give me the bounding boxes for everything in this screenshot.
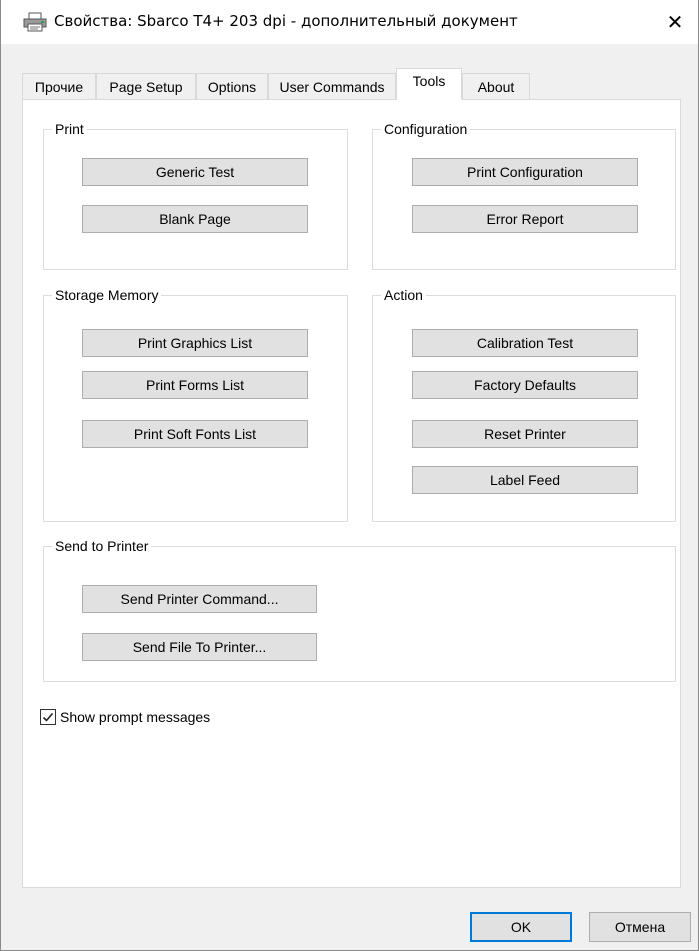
calibration-test-button[interactable]: Calibration Test xyxy=(412,329,638,357)
button-label: Reset Printer xyxy=(484,426,566,442)
button-label: Print Configuration xyxy=(467,164,583,180)
button-label: Blank Page xyxy=(159,211,231,227)
button-label: Label Feed xyxy=(489,472,561,488)
action-group: Action Calibration Test Factory Defaults… xyxy=(372,286,676,522)
button-label: Отмена xyxy=(614,919,666,935)
error-report-button[interactable]: Error Report xyxy=(412,205,638,233)
tab-user-commands[interactable]: User Commands xyxy=(268,73,396,99)
printer-icon xyxy=(23,12,47,32)
print-soft-fonts-list-button[interactable]: Print Soft Fonts List xyxy=(82,420,308,448)
reset-printer-button[interactable]: Reset Printer xyxy=(412,420,638,448)
tab-label: Page Setup xyxy=(109,78,183,95)
tab-label: Options xyxy=(207,78,257,95)
show-prompt-messages-option[interactable]: Show prompt messages xyxy=(40,709,210,725)
window-title: Свойства: Sbarco T4+ 203 dpi - дополните… xyxy=(54,12,518,30)
button-label: Calibration Test xyxy=(476,335,574,351)
button-label: Send Printer Command... xyxy=(120,591,279,607)
print-graphics-list-button[interactable]: Print Graphics List xyxy=(82,329,308,357)
show-prompt-messages-checkbox[interactable] xyxy=(40,709,56,725)
ok-button[interactable]: OK xyxy=(470,912,572,942)
properties-window: Свойства: Sbarco T4+ 203 dpi - дополните… xyxy=(0,0,699,951)
tab-label: User Commands xyxy=(279,78,385,95)
button-label: Print Soft Fonts List xyxy=(133,426,257,442)
button-label: Print Graphics List xyxy=(137,335,253,351)
button-label: Factory Defaults xyxy=(474,377,576,393)
print-configuration-button[interactable]: Print Configuration xyxy=(412,158,638,186)
tab-about[interactable]: About xyxy=(462,73,530,99)
group-title: Send to Printer xyxy=(52,537,152,555)
tab-options[interactable]: Options xyxy=(196,73,268,99)
print-group: Print Generic Test Blank Page xyxy=(43,120,348,270)
generic-test-button[interactable]: Generic Test xyxy=(82,158,308,186)
blank-page-button[interactable]: Blank Page xyxy=(82,205,308,233)
send-printer-command-button[interactable]: Send Printer Command... xyxy=(82,585,317,613)
tab-label: About xyxy=(477,78,515,95)
button-label: Error Report xyxy=(486,211,564,227)
title-bar: Свойства: Sbarco T4+ 203 dpi - дополните… xyxy=(1,0,698,44)
configuration-group: Configuration Print Configuration Error … xyxy=(372,120,676,270)
group-title: Configuration xyxy=(381,120,471,138)
close-icon: ✕ xyxy=(666,10,684,34)
tab-tools[interactable]: Tools xyxy=(396,68,462,100)
storage-memory-group: Storage Memory Print Graphics List Print… xyxy=(43,286,348,522)
button-label: Generic Test xyxy=(155,164,235,180)
button-label: Print Forms List xyxy=(145,377,244,393)
tab-other[interactable]: Прочие xyxy=(22,73,96,99)
tab-label: Прочие xyxy=(34,78,84,95)
tools-tab-panel: Print Generic Test Blank Page Configurat… xyxy=(22,99,681,888)
checkmark-icon xyxy=(42,712,54,722)
tab-page-setup[interactable]: Page Setup xyxy=(96,73,196,99)
checkbox-label: Show prompt messages xyxy=(60,709,211,725)
button-label: OK xyxy=(510,919,532,935)
button-label: Send File To Printer... xyxy=(132,639,267,655)
label-feed-button[interactable]: Label Feed xyxy=(412,466,638,494)
group-title: Action xyxy=(381,286,426,304)
send-file-to-printer-button[interactable]: Send File To Printer... xyxy=(82,633,317,661)
send-to-printer-group: Send to Printer Send Printer Command... … xyxy=(43,537,676,682)
close-button[interactable]: ✕ xyxy=(652,0,698,44)
cancel-button[interactable]: Отмена xyxy=(589,912,691,942)
group-title: Storage Memory xyxy=(52,286,162,304)
tab-label: Tools xyxy=(412,73,446,89)
print-forms-list-button[interactable]: Print Forms List xyxy=(82,371,308,399)
factory-defaults-button[interactable]: Factory Defaults xyxy=(412,371,638,399)
group-title: Print xyxy=(52,120,87,138)
